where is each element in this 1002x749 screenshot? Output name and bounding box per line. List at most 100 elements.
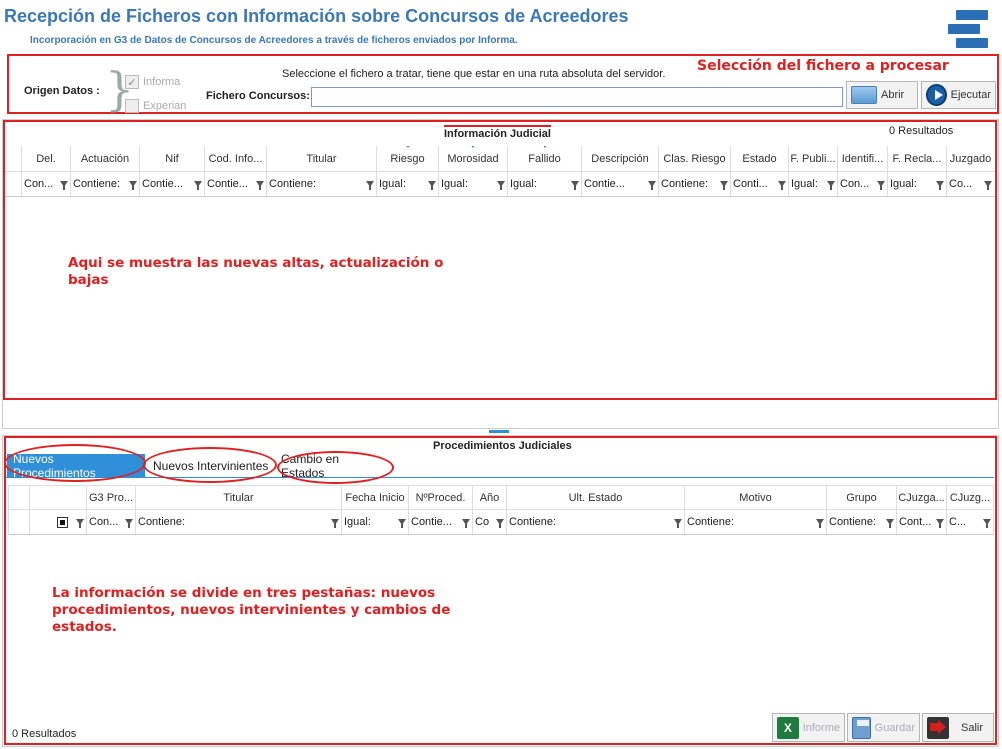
filter-icon[interactable]: [778, 181, 786, 190]
filter-cell[interactable]: Contie...: [205, 172, 267, 196]
open-button[interactable]: Abrir: [846, 81, 918, 109]
column-header[interactable]: Grupo: [827, 486, 897, 509]
filter-cell[interactable]: Contiene:: [507, 510, 685, 534]
column-header[interactable]: Titular: [136, 486, 342, 509]
filter-icon[interactable]: [398, 519, 406, 528]
filter-cell[interactable]: C...: [947, 510, 993, 534]
run-button[interactable]: Ejecutar: [921, 81, 996, 109]
filter-cell[interactable]: Contiene:: [659, 172, 731, 196]
column-header[interactable]: Motivo: [685, 486, 827, 509]
column-header[interactable]: Año: [473, 486, 507, 509]
row-indicator-cell: [5, 146, 22, 171]
filter-cell[interactable]: Con...: [22, 172, 71, 196]
filter-cell[interactable]: Co: [473, 510, 507, 534]
column-header[interactable]: Ult. Estado: [507, 486, 685, 509]
filter-cell[interactable]: Co...: [947, 172, 994, 196]
column-header[interactable]: Del.: [22, 146, 71, 171]
filter-icon[interactable]: [428, 181, 436, 190]
column-header[interactable]: CJuzga...: [897, 486, 947, 509]
filter-icon[interactable]: [496, 519, 504, 528]
exit-button[interactable]: Salir: [922, 713, 994, 742]
filter-icon[interactable]: [366, 181, 374, 190]
column-header[interactable]: Identifi...: [838, 146, 888, 171]
filter-icon[interactable]: [886, 519, 894, 528]
checkbox-experian[interactable]: [125, 99, 139, 113]
procedures-results-count: 0 Resultados: [12, 728, 77, 740]
filter-cell[interactable]: Cont...: [897, 510, 947, 534]
filter-cell[interactable]: Igual:: [342, 510, 409, 534]
filter-cell[interactable]: Igual:: [789, 172, 838, 196]
filter-operator: Contie...: [584, 178, 625, 190]
column-header[interactable]: Descripción: [582, 146, 659, 171]
column-header[interactable]: Clas. Riesgo: [659, 146, 731, 171]
splitter-handle[interactable]: [489, 430, 509, 433]
filter-icon[interactable]: [983, 519, 991, 528]
filter-icon[interactable]: [816, 519, 824, 528]
select-all-cell[interactable]: [30, 510, 87, 534]
filter-icon[interactable]: [936, 519, 944, 528]
filter-icon[interactable]: [936, 181, 944, 190]
filter-icon[interactable]: [984, 181, 992, 190]
filter-icon[interactable]: [125, 519, 133, 528]
file-path-input[interactable]: [311, 87, 843, 107]
filter-icon[interactable]: [129, 181, 137, 190]
filter-icon[interactable]: [76, 519, 84, 528]
filter-cell[interactable]: Conti...: [731, 172, 789, 196]
save-button[interactable]: Guardar: [847, 713, 920, 742]
filter-cell[interactable]: Contiene:: [71, 172, 140, 196]
filter-cell[interactable]: Con...: [838, 172, 888, 196]
filter-cell[interactable]: Contie...: [582, 172, 659, 196]
filter-cell[interactable]: Contiene:: [685, 510, 827, 534]
column-header[interactable]: G3 Pro...: [87, 486, 136, 509]
column-header-morosidad[interactable]: Morosidad: [439, 146, 508, 171]
filter-icon[interactable]: [462, 519, 470, 528]
filter-operator: Igual:: [344, 516, 371, 528]
annotation-judicial-info: Aqui se muestra las nuevas altas, actual…: [68, 255, 444, 288]
filter-cell[interactable]: Igual:: [377, 172, 439, 196]
filter-icon[interactable]: [571, 181, 579, 190]
select-all-checkbox[interactable]: [57, 516, 68, 528]
filter-icon[interactable]: [720, 181, 728, 190]
filter-cell[interactable]: Contiene:: [267, 172, 377, 196]
judicial-results-count: 0 Resultados: [889, 125, 954, 137]
filter-operator: Contiene:: [509, 516, 557, 528]
column-header[interactable]: [30, 486, 87, 509]
filter-icon[interactable]: [60, 181, 68, 190]
filter-cell[interactable]: Con...: [87, 510, 136, 534]
column-header[interactable]: Nif: [140, 146, 205, 171]
column-header[interactable]: Actuación: [71, 146, 140, 171]
annotation-tabs-info: La información se divide en tres pestaña…: [52, 585, 451, 635]
filter-cell[interactable]: Igual:: [508, 172, 582, 196]
filter-cell[interactable]: Contiene:: [136, 510, 342, 534]
column-header[interactable]: Titular: [267, 146, 377, 171]
checkbox-informa[interactable]: ✓: [125, 75, 139, 89]
column-header[interactable]: Estado: [731, 146, 789, 171]
filter-icon[interactable]: [331, 519, 339, 528]
source-option-experian[interactable]: Experian: [125, 99, 186, 113]
filter-icon[interactable]: [648, 181, 656, 190]
column-header[interactable]: Juzgado: [947, 146, 994, 171]
filter-operator: Contie...: [411, 516, 452, 528]
filter-icon[interactable]: [194, 181, 202, 190]
column-header-fallido[interactable]: Fallido: [508, 146, 582, 171]
column-header-riesgo[interactable]: Riesgo: [377, 146, 439, 171]
column-header[interactable]: F. Publi...: [789, 146, 838, 171]
filter-cell[interactable]: Contie...: [409, 510, 473, 534]
column-header[interactable]: F. Recla...: [888, 146, 947, 171]
filter-cell[interactable]: Igual:: [888, 172, 947, 196]
filter-cell[interactable]: Igual:: [439, 172, 508, 196]
column-header[interactable]: CJuzg...: [947, 486, 993, 509]
filter-icon[interactable]: [497, 181, 505, 190]
column-header[interactable]: NºProced.: [409, 486, 473, 509]
report-button[interactable]: X Informe: [772, 713, 845, 742]
source-option-informa[interactable]: ✓ Informa: [125, 75, 180, 89]
filter-icon[interactable]: [256, 181, 264, 190]
filter-icon[interactable]: [877, 181, 885, 190]
column-header[interactable]: Fecha Inicio: [342, 486, 409, 509]
filter-cell[interactable]: Contiene:: [827, 510, 897, 534]
filter-cell[interactable]: Contie...: [140, 172, 205, 196]
column-header[interactable]: Cod. Info...: [205, 146, 267, 171]
source-label: Origen Datos :: [24, 85, 100, 97]
filter-icon[interactable]: [827, 181, 835, 190]
filter-icon[interactable]: [674, 519, 682, 528]
